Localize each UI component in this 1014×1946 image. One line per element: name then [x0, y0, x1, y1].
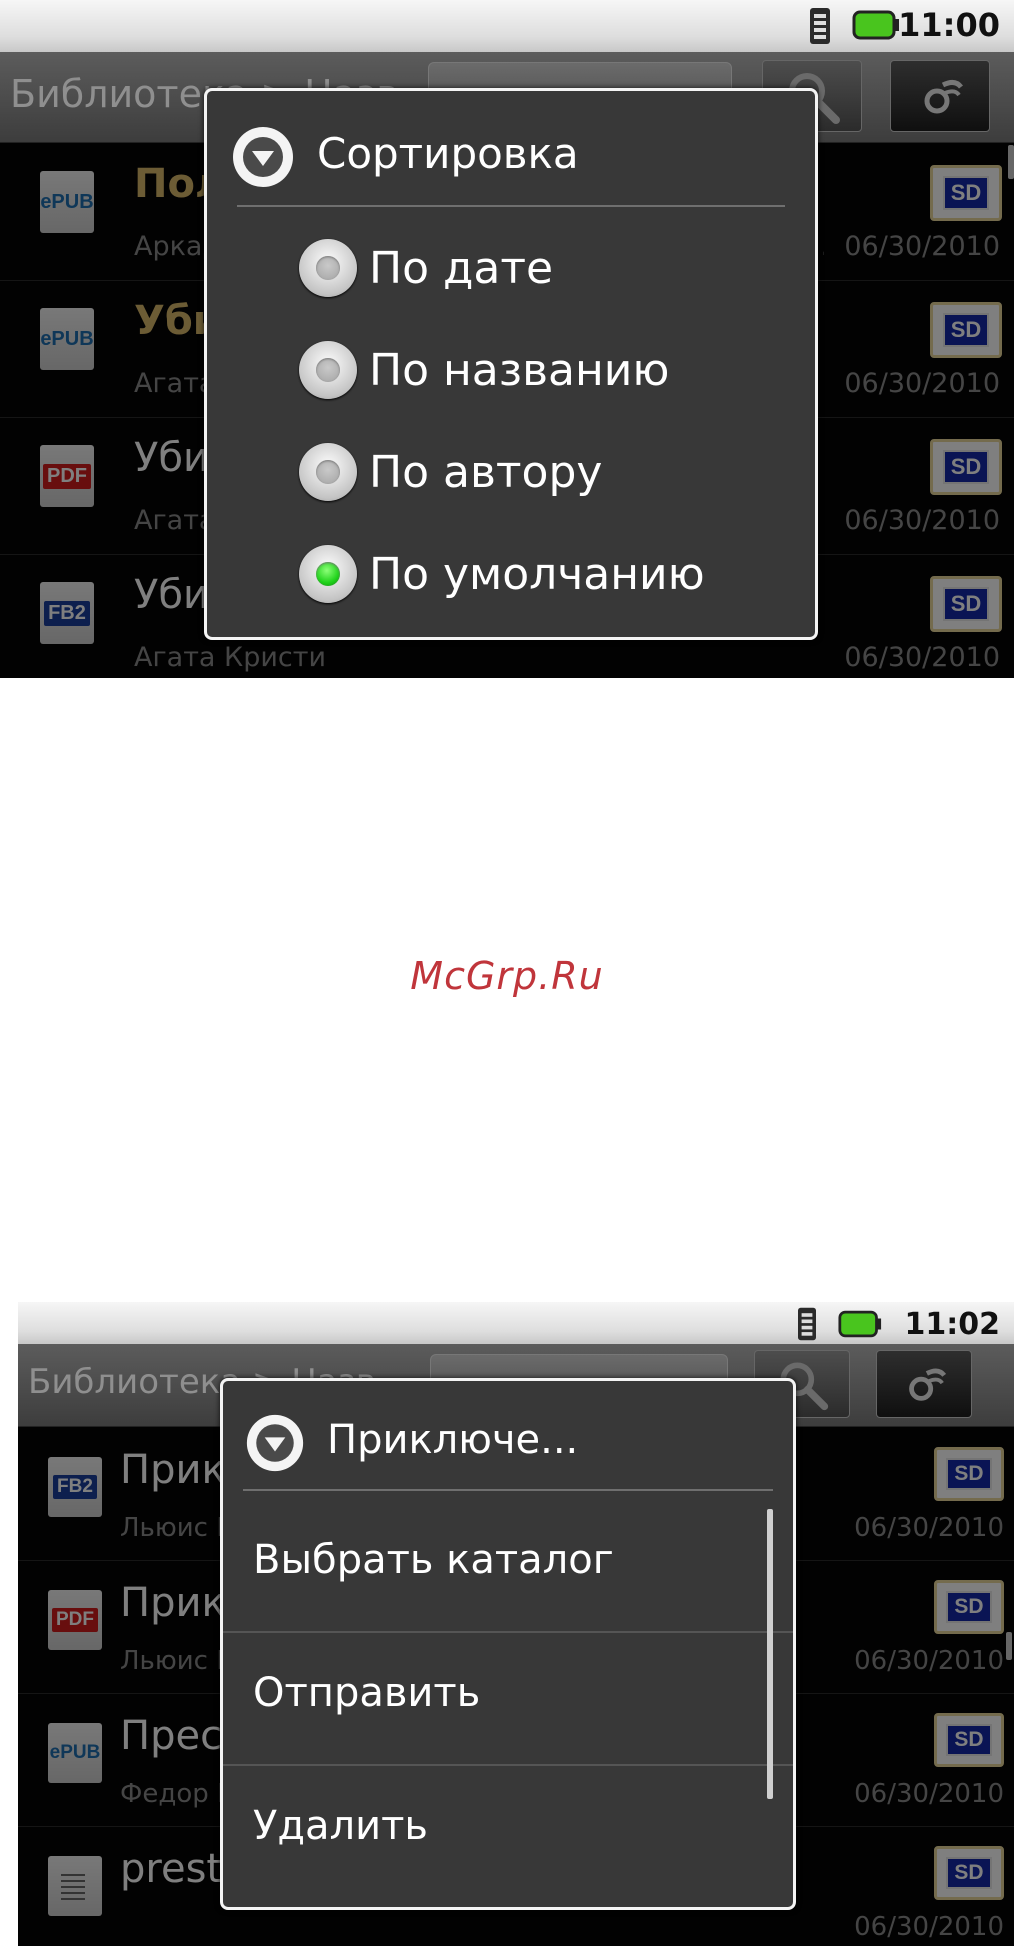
watermark-text: McGrp.Ru — [410, 954, 604, 998]
radio-dot — [316, 460, 340, 484]
sort-option[interactable]: По названию — [207, 335, 815, 415]
dialog-divider — [237, 205, 785, 207]
sort-option[interactable]: По умолчанию — [207, 539, 815, 619]
dialog-title: Сортировка — [317, 129, 579, 178]
dropdown-circle-icon — [233, 127, 293, 187]
sync-icon — [924, 79, 963, 114]
wifi-signal-icon — [810, 8, 830, 44]
dropdown-circle-icon — [246, 1414, 304, 1472]
menu-separator — [223, 1631, 793, 1633]
menu-item[interactable]: Выбрать каталог — [223, 1507, 793, 1617]
menu-item-label: Удалить — [253, 1803, 428, 1849]
menu-separator — [223, 1764, 793, 1766]
battery-icon — [838, 1310, 882, 1338]
sync-icon — [909, 1368, 947, 1401]
sort-option-label: По дате — [369, 243, 554, 294]
status-bar: 11:02 — [18, 1302, 1014, 1344]
menu-item-label: Выбрать каталог — [253, 1537, 614, 1583]
menu-item[interactable]: Удалить — [223, 1773, 793, 1883]
radio-checked[interactable] — [299, 545, 357, 603]
sync-button[interactable] — [890, 60, 990, 132]
menu-item-label: Отправить — [253, 1670, 481, 1716]
sort-option-label: По названию — [369, 345, 670, 396]
sort-option-label: По умолчанию — [369, 549, 705, 600]
screenshot-sort-dialog: 11:00 Библиотека > Назв... FB2Убийство н… — [0, 0, 1014, 678]
sync-button[interactable] — [876, 1350, 972, 1418]
status-clock: 11:02 — [904, 1307, 1001, 1342]
radio-unchecked[interactable] — [299, 443, 357, 501]
wifi-signal-icon — [798, 1307, 816, 1341]
dialog-title: Приключе... — [327, 1417, 579, 1463]
radio-dot — [316, 562, 340, 586]
menu-item[interactable]: Отправить — [223, 1640, 793, 1750]
radio-unchecked[interactable] — [299, 239, 357, 297]
status-bar: 11:00 — [0, 0, 1014, 52]
status-clock: 11:00 — [898, 6, 1000, 44]
dialog-divider — [243, 1489, 773, 1491]
sort-option[interactable]: По автору — [207, 437, 815, 517]
radio-unchecked[interactable] — [299, 341, 357, 399]
radio-dot — [316, 358, 340, 382]
sort-option[interactable]: По дате — [207, 233, 815, 313]
sort-option-label: По автору — [369, 447, 603, 498]
sort-dialog: Сортировка По дате По названию По автору По… — [204, 88, 818, 640]
screenshot-context-menu: 11:02 Библиотека > Назв... TXTprestuplen… — [18, 1302, 1014, 1946]
radio-dot — [316, 256, 340, 280]
battery-icon — [852, 10, 899, 40]
menu-scrollbar[interactable] — [767, 1509, 773, 1799]
context-menu-dialog: Приключе... Выбрать каталог Отправить Удал… — [220, 1378, 796, 1910]
